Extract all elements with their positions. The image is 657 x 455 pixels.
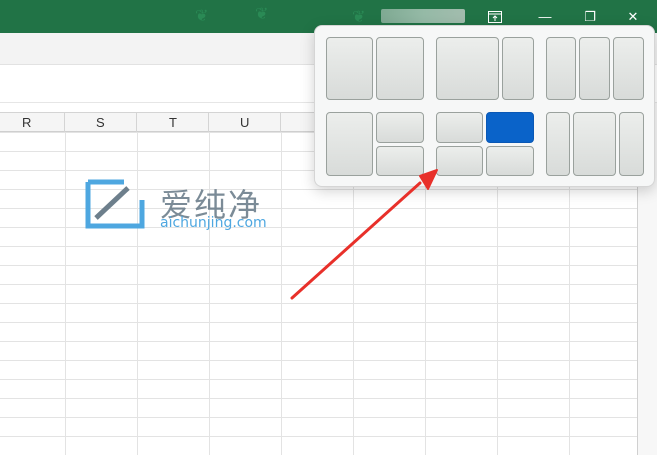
column-label-t: T: [169, 115, 177, 130]
column-label-r: R: [22, 115, 32, 130]
snap-zone-two-col-left[interactable]: [326, 37, 373, 100]
snap-zone-quad-bottom-left[interactable]: [436, 146, 483, 176]
snap-zone-quad-top-left[interactable]: [436, 112, 483, 143]
snap-zone-narrow-right-2[interactable]: [619, 112, 644, 176]
snap-zone-wide-center[interactable]: [573, 112, 616, 176]
snap-zone-wide-left[interactable]: [436, 37, 499, 100]
snap-zone-three-col-left[interactable]: [546, 37, 576, 100]
snap-zone-right-bottom[interactable]: [376, 146, 424, 176]
close-icon: ✕: [627, 8, 639, 24]
snap-layout-icon: [488, 10, 502, 23]
column-label-u: U: [240, 115, 250, 130]
watermark-logo-icon: [85, 179, 145, 229]
decor-leaf-icon: ❦: [352, 9, 366, 26]
watermark-url: aichunjing.com: [160, 215, 267, 231]
snap-zone-narrow-right[interactable]: [502, 37, 534, 100]
minimize-icon: —: [538, 9, 552, 24]
snap-layouts-flyout: [314, 25, 655, 187]
restore-icon: ❐: [584, 8, 596, 24]
snap-zone-three-col-center[interactable]: [579, 37, 610, 100]
snap-zone-quad-bottom-right[interactable]: [486, 146, 534, 176]
blurred-title: [381, 9, 465, 23]
snap-zone-quad-top-right-active[interactable]: [486, 112, 534, 143]
snap-zone-left-half[interactable]: [326, 112, 373, 176]
snap-zone-three-col-right[interactable]: [613, 37, 644, 100]
snap-zone-narrow-left[interactable]: [546, 112, 570, 176]
decor-leaf-icon: ❦: [255, 6, 269, 23]
column-header-q[interactable]: [0, 113, 65, 132]
snap-zone-right-top[interactable]: [376, 112, 424, 143]
decor-leaf-icon: ❦: [195, 8, 209, 25]
snap-zone-two-col-right[interactable]: [376, 37, 424, 100]
column-label-s: S: [96, 115, 105, 130]
